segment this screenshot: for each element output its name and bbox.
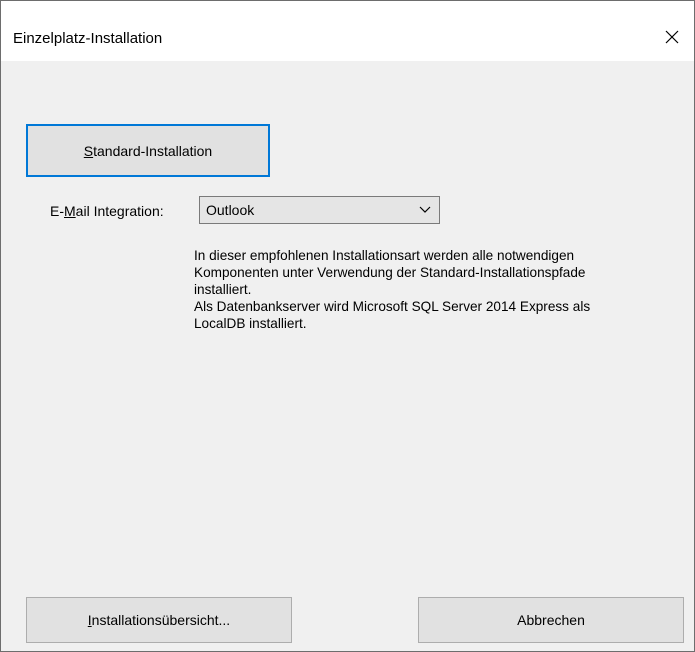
email-integration-select[interactable]: Outlook xyxy=(199,196,440,224)
standard-installation-button[interactable]: Standard-Installation xyxy=(26,124,270,177)
title-bar: Einzelplatz-Installation xyxy=(1,1,694,61)
email-integration-value: Outlook xyxy=(206,202,255,218)
installation-overview-label: Installationsübersicht... xyxy=(87,612,231,628)
description-line: Als Datenbankserver wird Microsoft SQL S… xyxy=(194,299,591,314)
standard-installation-label: Standard-Installation xyxy=(83,142,213,159)
close-button[interactable] xyxy=(650,17,694,57)
description-line: Komponenten unter Verwendung der Standar… xyxy=(194,265,586,280)
installer-dialog: Einzelplatz-Installation Standard-Instal… xyxy=(0,0,695,652)
close-icon xyxy=(665,30,679,44)
description-line: In dieser empfohlenen Installationsart w… xyxy=(194,248,575,263)
installation-description: In dieser empfohlenen Installationsart w… xyxy=(194,247,674,332)
description-line: installiert. xyxy=(194,282,252,297)
cancel-label: Abbrechen xyxy=(517,612,585,628)
description-line: LocalDB installiert. xyxy=(194,316,307,331)
cancel-button[interactable]: Abbrechen xyxy=(418,597,684,643)
window-title: Einzelplatz-Installation xyxy=(13,30,163,47)
chevron-down-icon xyxy=(419,206,431,213)
email-integration-label: E-Mail Integration: xyxy=(50,203,164,219)
installation-overview-button[interactable]: Installationsübersicht... xyxy=(26,597,292,643)
